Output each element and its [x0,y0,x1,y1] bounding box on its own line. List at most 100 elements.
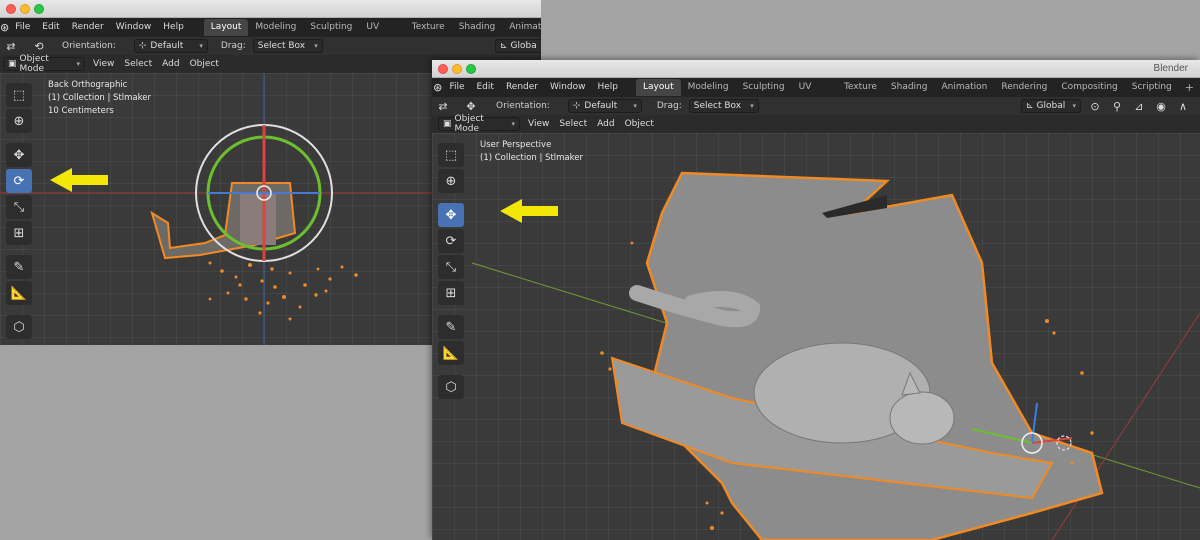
blender-logo-icon[interactable]: ⊛ [432,78,443,97]
mode-value: Object Mode [19,54,49,74]
select-box-tool-icon[interactable]: ⬚ [438,143,464,167]
tab-sculpting[interactable]: Sculpting [303,19,359,36]
left-toolbar: ⬚ ⊕ ✥ ⟳ ⤡ ⊞ ✎ 📐 ⬡ [6,83,32,339]
chevron-down-icon: ▾ [199,42,203,50]
add-cube-tool-icon[interactable]: ⬡ [438,375,464,399]
snap-icon[interactable]: ⚲ [1106,98,1128,114]
rotate-tool-icon[interactable]: ⟲ [28,38,50,54]
proportional-edit-icon[interactable]: ◉ [1150,98,1172,114]
drag-dropdown[interactable]: Select Box ▾ [252,39,323,53]
cat-head-mesh[interactable] [889,391,955,445]
annotate-tool-icon[interactable]: ✎ [6,255,32,279]
zoom-window-button[interactable] [466,64,476,74]
move-tool-icon[interactable]: ✥ [438,203,464,227]
tab-uv-editing[interactable]: UV Editing [792,79,837,109]
close-window-button[interactable] [6,4,16,14]
orientation-label: Orientation: [62,41,116,51]
tab-layout[interactable]: Layout [203,19,249,36]
snap-target-icon[interactable]: ⊿ [1128,98,1150,114]
close-window-button[interactable] [438,64,448,74]
menu-window[interactable]: Window [544,78,592,97]
menu-help[interactable]: Help [591,78,624,97]
blender-logo-icon[interactable]: ⊛ [0,18,9,37]
orientation-dropdown[interactable]: ⊹ Default ▾ [567,99,642,113]
global-axes-icon: ⊾ [500,41,508,51]
window-title: Blender [1153,63,1188,74]
add-workspace-button[interactable]: + [1179,81,1200,94]
menu-window[interactable]: Window [110,18,158,37]
workspace-tabs: Layout Modeling Sculpting UV Editing Tex… [203,18,541,49]
add-cube-tool-icon[interactable]: ⬡ [6,315,32,339]
right-3d-viewport[interactable]: User Perspective (1) Collection | Stlmak… [432,133,1200,540]
right-titlebar: Blender [432,60,1200,78]
transform-pivot-icon[interactable]: ⇄ [0,38,22,54]
cat-mesh[interactable] [240,193,276,245]
header-menu-add[interactable]: Add [157,59,184,69]
pipe-mesh[interactable] [629,285,761,328]
transform-orientation-dropdown[interactable]: ⊾ Global ▾ [1021,99,1081,113]
mode-dropdown[interactable]: ▣ Object Mode ▾ [3,54,85,74]
cursor-tool-icon[interactable]: ⊕ [6,109,32,133]
tab-layout[interactable]: Layout [636,79,681,96]
tab-texture-paint[interactable]: Texture Paint [837,79,884,109]
tab-animation[interactable]: Animation [502,19,541,36]
tab-animation[interactable]: Animation [934,79,994,96]
tab-compositing[interactable]: Compositing [1054,79,1124,96]
menu-file[interactable]: File [9,18,36,37]
zoom-window-button[interactable] [34,4,44,14]
header-menu-object[interactable]: Object [620,119,659,129]
collection-name: (1) Collection | Stlmaker [48,93,151,103]
mode-dropdown[interactable]: ▣ Object Mode ▾ [438,114,520,134]
yellow-arrow-left-icon [50,168,108,192]
view-name: User Perspective [480,140,552,150]
minimize-window-button[interactable] [20,4,30,14]
tab-rendering[interactable]: Rendering [994,79,1054,96]
falloff-curve-icon[interactable]: ∧ [1172,98,1194,114]
menu-file[interactable]: File [443,78,470,97]
transform-tool-icon[interactable]: ⊞ [6,221,32,245]
scale-tool-icon[interactable]: ⤡ [438,255,464,279]
header-menu-select[interactable]: Select [554,119,592,129]
measure-tool-icon[interactable]: 📐 [6,281,32,305]
rotate-tool-icon[interactable]: ⟳ [438,229,464,253]
right-toolbar: ⬚ ⊕ ✥ ⟳ ⤡ ⊞ ✎ 📐 ⬡ [438,143,464,399]
menu-edit[interactable]: Edit [471,78,500,97]
tab-uv-editing[interactable]: UV Editing [359,19,404,49]
chevron-down-icon: ▾ [76,60,80,68]
select-box-tool-icon[interactable]: ⬚ [6,83,32,107]
orientation-dropdown[interactable]: ⊹ Default ▾ [133,39,208,53]
x-axis-line [1051,312,1200,540]
drag-label: Drag: [656,101,682,111]
tab-shading[interactable]: Shading [884,79,935,96]
header-menu-add[interactable]: Add [592,119,619,129]
menu-edit[interactable]: Edit [36,18,65,37]
annotate-tool-icon[interactable]: ✎ [438,315,464,339]
measure-tool-icon[interactable]: 📐 [438,341,464,365]
scale-tool-icon[interactable]: ⤡ [6,195,32,219]
move-tool-icon[interactable]: ✥ [460,98,482,114]
header-menu-object[interactable]: Object [185,59,224,69]
tab-shading[interactable]: Shading [452,19,503,36]
header-menu-select[interactable]: Select [119,59,157,69]
transform-tool-icon[interactable]: ⊞ [438,281,464,305]
drag-dropdown[interactable]: Select Box ▾ [688,99,759,113]
header-menu-view[interactable]: View [523,119,554,129]
tab-sculpting[interactable]: Sculpting [736,79,792,96]
transform-pivot-icon[interactable]: ⇄ [432,98,454,114]
rotate-tool-icon[interactable]: ⟳ [6,169,32,193]
pivot-point-icon[interactable]: ⊙ [1084,98,1106,114]
tab-texture-paint[interactable]: Texture Paint [405,19,452,49]
orientation-axes-icon: ⊹ [138,41,147,51]
tab-scripting[interactable]: Scripting [1125,79,1179,96]
header-menu-view[interactable]: View [88,59,119,69]
tab-modeling[interactable]: Modeling [248,19,303,36]
menu-render[interactable]: Render [500,78,544,97]
menu-render[interactable]: Render [66,18,110,37]
transform-orientation-dropdown[interactable]: ⊾ Globa [495,39,541,53]
chevron-down-icon: ▾ [750,102,754,110]
tab-modeling[interactable]: Modeling [681,79,736,96]
move-tool-icon[interactable]: ✥ [6,143,32,167]
minimize-window-button[interactable] [452,64,462,74]
menu-help[interactable]: Help [157,18,190,37]
cursor-tool-icon[interactable]: ⊕ [438,169,464,193]
